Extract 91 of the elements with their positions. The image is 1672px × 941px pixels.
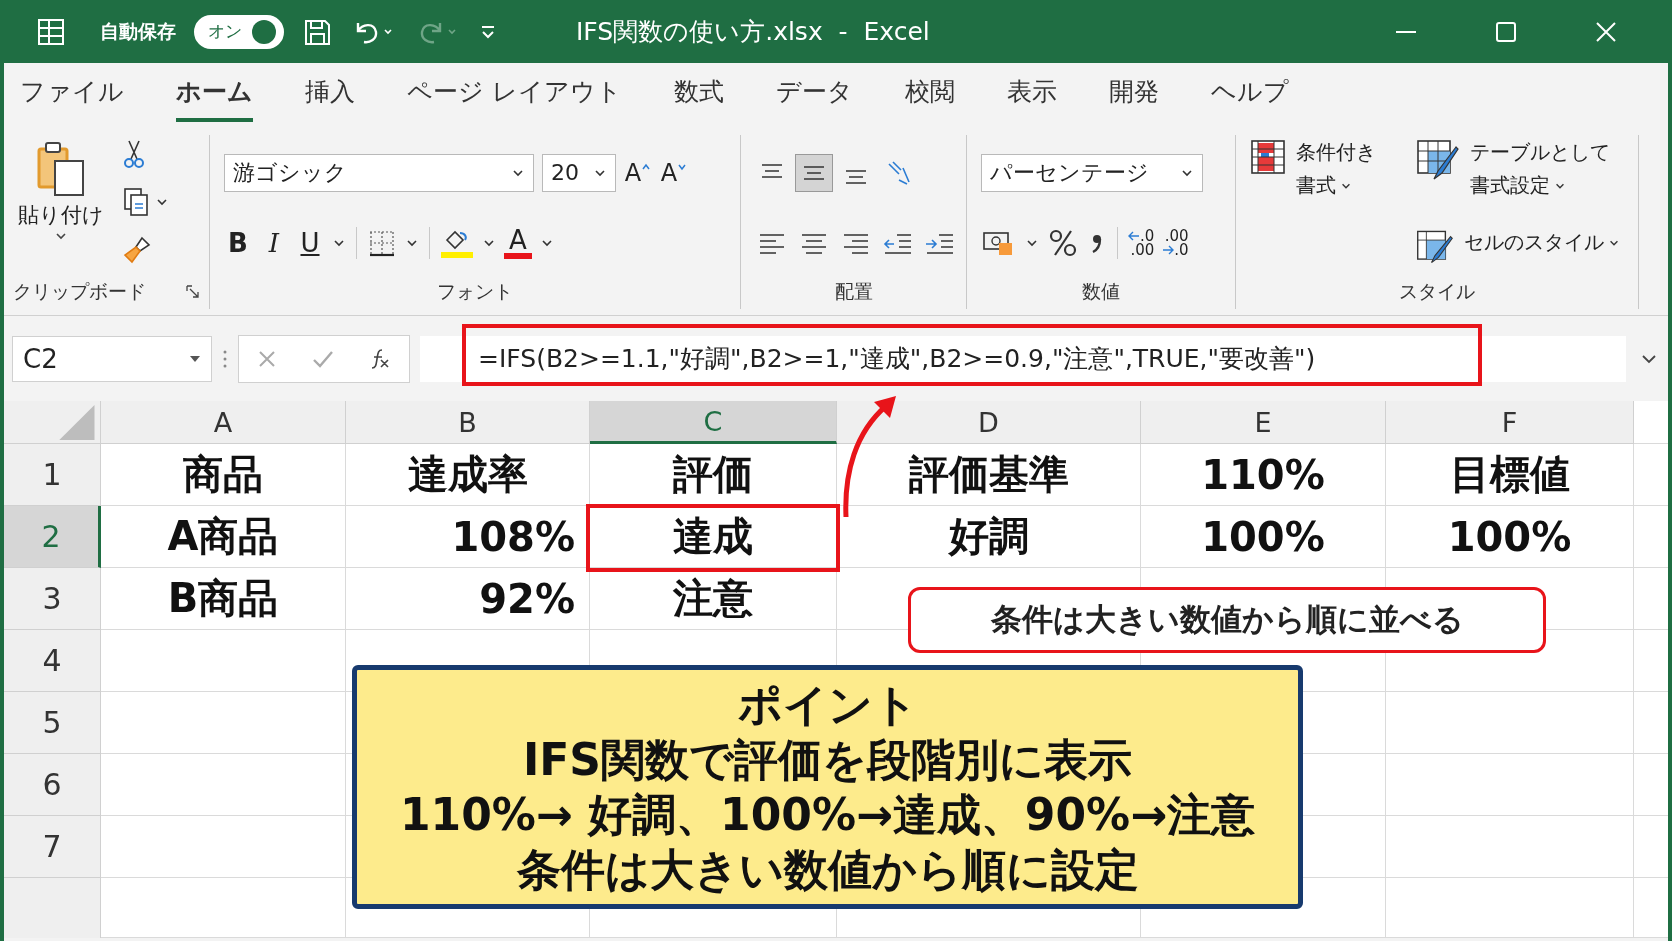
table-cell: 92% [346,568,590,630]
ribbon-tab[interactable]: 校閲 [904,66,955,122]
decrease-decimal-button[interactable]: .00 .0 [1162,228,1189,257]
italic-button[interactable]: I [260,227,288,258]
group-label: スタイル [1399,279,1475,304]
point-text: 110%→ 好調、100%→達成、90%→注意 [399,788,1256,842]
group-label: フォント [437,279,513,304]
table-cell: 達成率 [346,444,590,506]
format-painter-icon[interactable] [122,235,152,265]
caret-icon[interactable] [332,237,346,248]
caret-icon[interactable] [1025,237,1039,248]
table-cell: 達成 [590,506,837,568]
name-box[interactable]: C2 [12,335,212,382]
autosave-label: 自動保存 [100,18,176,44]
row-header[interactable]: 4 [4,630,101,692]
paste-button[interactable]: 貼り付け [18,139,104,271]
up-caret-icon [641,162,652,171]
bold-button[interactable]: B [224,227,252,258]
font-name-dropdown[interactable]: 游ゴシック [224,153,534,192]
column-header[interactable]: B [346,401,590,444]
colored-grid-icon [1250,139,1286,175]
right-arrow-icon [1162,244,1175,255]
table-cell: B商品 [101,568,346,630]
ribbon-tab[interactable]: 数式 [673,66,724,122]
ribbon-tab[interactable]: データ [775,66,853,122]
maximize-icon[interactable] [1494,19,1518,44]
conditional-formatting-button[interactable]: 条件付き 書式 [1250,139,1376,271]
table-cell: 100% [1141,506,1386,568]
table-cell: 評価基準 [837,444,1141,506]
down-caret-icon [677,162,688,171]
table-cell: 注意 [590,568,837,630]
caret-icon [1180,167,1194,178]
ribbon-tab[interactable]: 表示 [1006,66,1057,122]
column-header[interactable]: E [1141,401,1386,444]
formula-field[interactable]: =IFS(B2>=1.1,"好調",B2>=1,"達成",B2>=0.9,"注意",TRUE,"要改善") [420,335,1626,382]
close-icon[interactable] [1594,19,1618,44]
callout-note: 条件は大きい数値から順に並べる [908,587,1546,653]
row-header[interactable]: 2 [4,506,101,568]
cell-styles-button[interactable]: セルのスタイル [1416,229,1620,265]
window-title: IFS関数の使い方.xlsx - Excel [576,16,930,48]
caret-icon [189,354,201,363]
ribbon-tab[interactable]: ファイル [20,66,124,122]
ribbon-tab[interactable]: 挿入 [305,66,355,122]
caret-icon [54,231,68,241]
table-cell: 評価 [590,444,837,506]
row-header[interactable]: 5 [4,692,101,754]
ribbon-tab[interactable]: ヘルプ [1210,66,1289,122]
row-header[interactable]: 1 [4,444,101,506]
font-size-dropdown[interactable]: 20 [542,153,616,192]
number-format-dropdown[interactable]: パーセンテージ [981,153,1203,192]
table-cell: 好調 [837,506,1141,568]
dialog-launcher-icon[interactable] [186,285,200,299]
caret-icon [593,167,607,178]
format-as-table-button[interactable]: テーブルとして 書式設定 [1416,139,1620,199]
group-label: クリップボード [13,279,146,304]
row-header[interactable]: 6 [4,754,101,816]
column-header[interactable]: A [101,401,346,444]
column-header[interactable]: F [1386,401,1634,444]
expand-icon[interactable] [1640,352,1658,365]
row-header[interactable]: 7 [4,816,101,878]
table-cell: A商品 [101,506,346,568]
caret-icon[interactable] [405,237,419,248]
table-cell: 110% [1141,444,1386,506]
group-label: 数値 [1082,279,1120,304]
ribbon-tab[interactable]: ページ レイアウト [407,66,622,122]
point-text: IFS関数で評価を段階別に表示 [522,733,1133,787]
font-color-button[interactable]: A [504,226,532,259]
autosave-toggle[interactable]: オン [194,14,284,49]
caret-icon[interactable] [482,237,496,248]
cut-icon[interactable] [122,139,146,169]
align-middle-icon[interactable] [795,154,833,192]
spreadsheet-icon[interactable] [36,16,66,47]
row-header[interactable]: 3 [4,568,101,630]
table-brush-icon [1416,229,1454,265]
ribbon-tab[interactable]: 開発 [1108,66,1159,122]
caret-icon [511,167,525,178]
ribbon-tab[interactable]: ホーム [176,66,253,122]
point-text: 条件は大きい数値から順に設定 [516,843,1139,897]
point-title: ポイント [737,678,918,732]
table-cell: 108% [346,506,590,568]
increase-font-size-button[interactable]: A [624,158,652,187]
decrease-font-size-button[interactable]: A [660,158,688,187]
underline-button[interactable]: U [296,227,324,258]
table-cell: 商品 [101,444,346,506]
caret-icon[interactable] [540,237,554,248]
group-label: 配置 [834,279,873,304]
copy-icon[interactable] [122,187,170,217]
increase-decimal-button[interactable]: .0 .00 [1128,228,1155,257]
column-header[interactable]: D [837,401,1141,444]
column-header[interactable]: C [590,401,837,444]
left-arrow-icon [1128,230,1140,241]
